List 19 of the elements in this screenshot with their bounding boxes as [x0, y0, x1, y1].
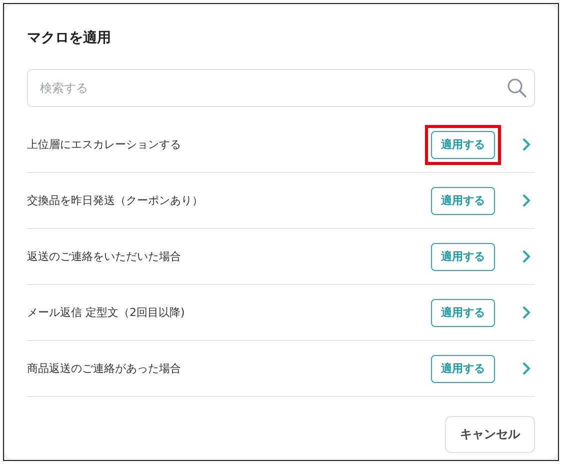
- search-icon: [507, 78, 527, 98]
- chevron-right-icon[interactable]: [522, 306, 531, 319]
- chevron-right-icon[interactable]: [522, 250, 531, 263]
- apply-button[interactable]: 適用する: [431, 186, 495, 214]
- search-field[interactable]: 検索する: [27, 69, 535, 107]
- chevron-right-icon[interactable]: [522, 194, 531, 207]
- macro-name: 返送のご連絡をいただいた場合: [27, 249, 182, 264]
- macro-name: メール返信 定型文（2回目以降): [27, 305, 186, 320]
- cancel-button[interactable]: キャンセル: [445, 416, 535, 453]
- dialog-title: マクロを適用: [27, 29, 112, 48]
- macro-name: 商品返送のご連絡があった場合: [27, 361, 182, 376]
- chevron-right-icon[interactable]: [522, 138, 531, 151]
- apply-button[interactable]: 適用する: [431, 130, 495, 158]
- macro-name: 上位層にエスカレーションする: [27, 137, 182, 152]
- macro-name: 交換品を昨日発送（クーポンあり）: [27, 193, 204, 208]
- chevron-right-icon[interactable]: [522, 362, 531, 375]
- apply-button[interactable]: 適用する: [431, 242, 495, 270]
- apply-button[interactable]: 適用する: [431, 298, 495, 326]
- apply-button[interactable]: 適用する: [431, 354, 495, 382]
